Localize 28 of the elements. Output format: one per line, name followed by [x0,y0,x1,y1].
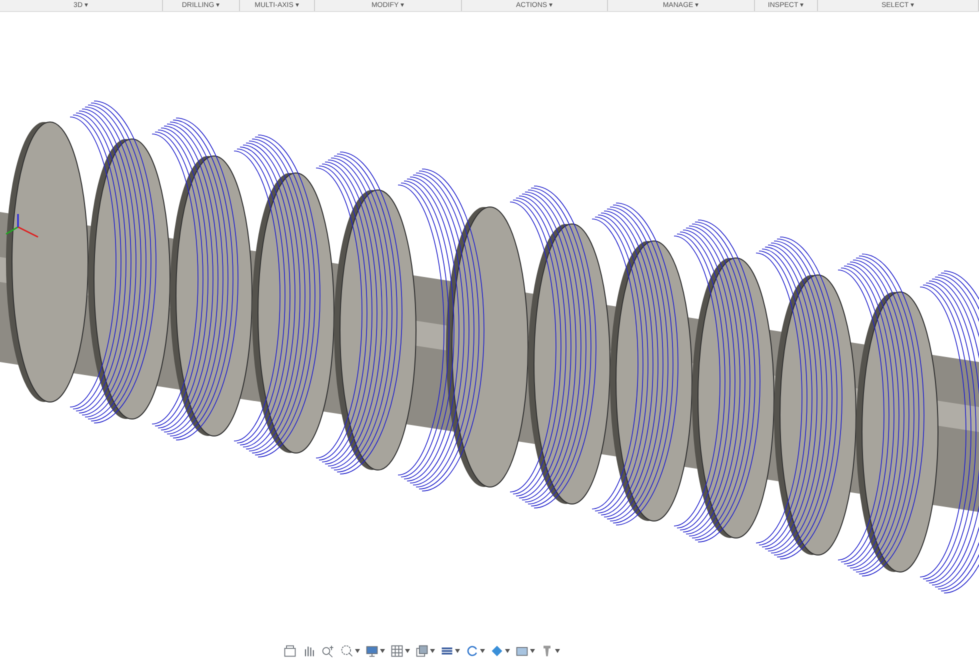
caret-icon [380,649,385,653]
screen-icon [515,644,529,658]
axis-triad-icon [6,214,38,238]
nav-tool-button[interactable] [414,644,436,658]
caret-icon [505,649,510,653]
caret-icon [405,649,410,653]
caret-icon [455,649,460,653]
display-icon [365,644,379,658]
caret-icon [555,649,560,653]
box-icon [283,644,297,658]
nav-tool-button[interactable] [389,644,411,658]
nav-tool-button[interactable] [339,644,361,658]
diamond-icon [490,644,504,658]
caret-icon [530,649,535,653]
zoom-window-icon [340,644,354,658]
zoom-icon [321,644,335,658]
hand-icon [302,644,316,658]
caret-icon [430,649,435,653]
nav-tool-button[interactable] [514,644,536,658]
orbit-icon [465,644,479,658]
grid-icon [390,644,404,658]
nav-tool-button[interactable] [320,644,336,658]
nav-tool-button[interactable] [364,644,386,658]
nav-tool-button[interactable] [489,644,511,658]
nav-tool-button[interactable] [282,644,298,658]
caret-icon [355,649,360,653]
caret-icon [480,649,485,653]
view-cube-icon [415,644,429,658]
